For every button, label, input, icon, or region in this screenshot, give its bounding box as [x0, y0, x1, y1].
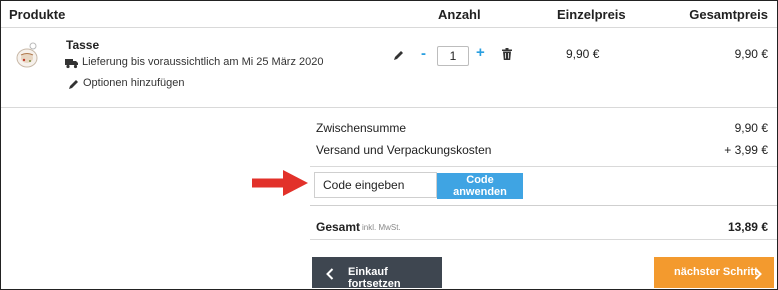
quantity-increase-button[interactable]: +: [476, 44, 485, 61]
product-name[interactable]: Tasse: [66, 38, 99, 52]
quantity-input[interactable]: [437, 46, 469, 66]
subtotal-label: Zwischensumme: [316, 121, 407, 135]
header-divider: [1, 27, 777, 28]
product-divider: [1, 107, 777, 108]
truck-icon: [65, 56, 79, 69]
total-divider: [310, 239, 777, 240]
cart-page: Produkte Anzahl Einzelpreis Gesamtpreis …: [0, 0, 778, 290]
header-total-price: Gesamtpreis: [689, 7, 768, 22]
red-arrow-icon: [249, 167, 311, 199]
delivery-estimate: Lieferung bis voraussichtlich am Mi 25 M…: [82, 56, 324, 68]
shipping-value: + 3,99 €: [724, 143, 768, 157]
apply-code-button[interactable]: Code anwenden: [437, 173, 523, 199]
pencil-icon: [394, 51, 403, 60]
next-step-button[interactable]: nächster Schritt: [654, 257, 774, 288]
trash-icon: [502, 48, 512, 60]
coupon-code-input[interactable]: [314, 172, 437, 198]
total-value: 13,89 €: [727, 220, 768, 234]
line-total-price: 9,90 €: [734, 47, 768, 61]
unit-price: 9,90 €: [566, 47, 600, 61]
next-step-label: nächster Schritt: [674, 266, 758, 278]
summary-divider: [310, 166, 777, 167]
header-unit-price: Einzelpreis: [557, 7, 626, 22]
product-image[interactable]: [11, 39, 43, 71]
coupon-divider: [310, 205, 777, 206]
header-products: Produkte: [9, 7, 66, 22]
edit-item-button[interactable]: [393, 48, 404, 60]
subtotal-value: 9,90 €: [734, 121, 768, 135]
shipping-label: Versand und Verpackungskosten: [316, 143, 492, 157]
quantity-decrease-button[interactable]: -: [421, 45, 426, 62]
chevron-left-icon: [326, 267, 334, 280]
header-quantity: Anzahl: [438, 7, 481, 22]
total-vat-note: inkl. MwSt.: [362, 223, 401, 232]
total-label: Gesamt: [316, 220, 361, 234]
pencil-icon: [68, 77, 79, 89]
continue-shopping-button[interactable]: Einkauf fortsetzen: [312, 257, 442, 290]
add-options-link[interactable]: Optionen hinzufügen: [83, 77, 185, 89]
chevron-right-icon: [754, 267, 762, 280]
continue-shopping-label: Einkauf fortsetzen: [348, 266, 401, 290]
remove-item-button[interactable]: [502, 47, 512, 60]
